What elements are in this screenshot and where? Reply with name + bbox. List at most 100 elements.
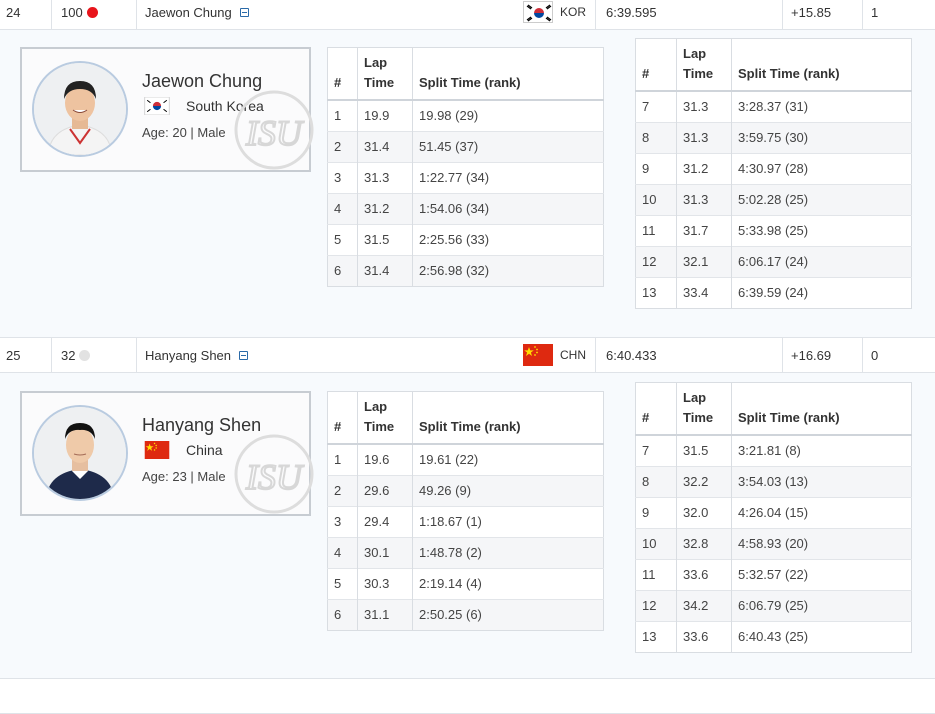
athlete-profile-card: Jaewon Chung South Korea Age: 20 | Male … — [20, 47, 314, 172]
profile-age-gender: Age: 20 | Male — [142, 125, 226, 140]
lap-time: 31.1 — [357, 598, 413, 630]
col-header-split-time: Split Time (rank) — [731, 382, 912, 436]
lap-row: 8 31.3 3:59.75 (30) — [635, 121, 912, 153]
lap-number: 2 — [327, 474, 358, 506]
lap-splits-table: # Lap Time Split Time (rank) 7 31.5 3:21.81… — [635, 382, 912, 653]
points-cell: 1 — [871, 4, 879, 20]
south-korea-flag-icon — [523, 1, 553, 23]
svg-text:ISU: ISU — [245, 457, 304, 497]
bib-cell: 32 — [52, 338, 137, 372]
lap-number: 10 — [635, 183, 677, 215]
lap-time: 30.1 — [357, 536, 413, 568]
split-time: 4:58.93 (20) — [731, 527, 912, 559]
lap-row: 12 34.2 6:06.79 (25) — [635, 589, 912, 621]
split-time: 5:02.28 (25) — [731, 183, 912, 215]
split-time: 1:22.77 (34) — [412, 161, 604, 193]
lap-number: 8 — [635, 465, 677, 497]
lap-row: 11 33.6 5:32.57 (22) — [635, 558, 912, 590]
lap-number: 5 — [327, 567, 358, 599]
collapse-icon[interactable] — [239, 7, 249, 17]
lap-row: 5 31.5 2:25.56 (33) — [327, 223, 604, 255]
split-time: 19.61 (22) — [412, 443, 604, 475]
lap-number: 6 — [327, 254, 358, 286]
lap-number: 3 — [327, 161, 358, 193]
col-header-split-time: Split Time (rank) — [412, 391, 604, 445]
lap-time: 33.6 — [676, 558, 732, 590]
lap-splits-table: # Lap Time Split Time (rank) 7 31.3 3:28.37… — [635, 38, 912, 309]
lap-number: 11 — [635, 558, 677, 590]
lap-number: 5 — [327, 223, 358, 255]
china-flag-icon — [144, 441, 170, 459]
time-behind-cell: +15.85 — [783, 0, 863, 29]
lap-number: 6 — [327, 598, 358, 630]
lap-number: 8 — [635, 121, 677, 153]
split-time: 5:32.57 (22) — [731, 558, 912, 590]
lap-number: 10 — [635, 527, 677, 559]
rank-cell: 24 — [0, 0, 52, 29]
result-row[interactable]: 25 32 Hanyang Shen CHN 6:40.433 +16.69 0 — [0, 337, 935, 373]
lap-row: 9 32.0 4:26.04 (15) — [635, 496, 912, 528]
lap-time: 29.6 — [357, 474, 413, 506]
lap-time: 32.1 — [676, 245, 732, 277]
athlete-name[interactable]: Jaewon Chung — [145, 5, 232, 20]
result-row[interactable] — [0, 678, 935, 714]
col-header-lap-time: Lap Time — [357, 47, 413, 101]
lap-time: 31.5 — [357, 223, 413, 255]
lap-row: 7 31.5 3:21.81 (8) — [635, 434, 912, 466]
lap-number: 1 — [327, 99, 358, 131]
lap-row: 13 33.4 6:39.59 (24) — [635, 276, 912, 308]
lap-row: 8 32.2 3:54.03 (13) — [635, 465, 912, 497]
lap-time: 30.3 — [357, 567, 413, 599]
col-header-num: # — [327, 47, 358, 101]
south-korea-flag-icon — [144, 96, 170, 116]
lap-number: 11 — [635, 214, 677, 246]
bib-cell: 100 — [52, 0, 137, 29]
isu-logo: ISU — [234, 434, 314, 514]
lap-time: 31.3 — [676, 90, 732, 122]
country-cell: KOR — [523, 0, 586, 29]
china-flag-icon — [523, 344, 553, 366]
lap-number: 7 — [635, 434, 677, 466]
split-time: 2:25.56 (33) — [412, 223, 604, 255]
lap-time: 31.4 — [357, 254, 413, 286]
lap-time: 32.0 — [676, 496, 732, 528]
lap-splits-table: # Lap Time Split Time (rank) 1 19.9 19.98 (… — [327, 47, 604, 287]
col-header-lap-time: Lap Time — [357, 391, 413, 445]
lap-row: 6 31.4 2:56.98 (32) — [327, 254, 604, 286]
lap-number: 7 — [635, 90, 677, 122]
lap-row: 1 19.6 19.61 (22) — [327, 443, 604, 475]
country-cell: CHN — [523, 338, 586, 372]
time-behind-cell: +16.69 — [783, 338, 863, 372]
lap-number: 1 — [327, 443, 358, 475]
col-header-split-time: Split Time (rank) — [412, 47, 604, 101]
lap-number: 12 — [635, 589, 677, 621]
lap-row: 13 33.6 6:40.43 (25) — [635, 620, 912, 652]
lap-time: 33.4 — [676, 276, 732, 308]
svg-text:ISU: ISU — [245, 113, 304, 153]
athlete-photo — [32, 405, 128, 501]
profile-age-gender: Age: 23 | Male — [142, 469, 226, 484]
country-code: CHN — [560, 348, 586, 362]
collapse-icon[interactable] — [239, 350, 249, 360]
helmet-color-dot — [79, 349, 91, 361]
athlete-name[interactable]: Hanyang Shen — [145, 348, 231, 363]
lap-time: 31.5 — [676, 434, 732, 466]
lap-time: 31.3 — [676, 121, 732, 153]
lap-row: 5 30.3 2:19.14 (4) — [327, 567, 604, 599]
isu-logo: ISU — [234, 90, 314, 170]
result-row[interactable]: 24 100 Jaewon Chung KOR 6:39.595 +15.85 … — [0, 0, 935, 30]
split-time: 6:40.43 (25) — [731, 620, 912, 652]
lap-time: 31.7 — [676, 214, 732, 246]
col-header-lap-time: Lap Time — [676, 382, 732, 436]
lap-row: 12 32.1 6:06.17 (24) — [635, 245, 912, 277]
lap-row: 1 19.9 19.98 (29) — [327, 99, 604, 131]
athlete-photo — [32, 61, 128, 157]
lap-time: 33.6 — [676, 620, 732, 652]
lap-time: 32.2 — [676, 465, 732, 497]
col-header-num: # — [327, 391, 358, 445]
lap-splits-table: # Lap Time Split Time (rank) 1 19.6 19.61 (… — [327, 391, 604, 631]
lap-number: 4 — [327, 192, 358, 224]
points-cell: 0 — [871, 347, 879, 363]
split-time: 3:54.03 (13) — [731, 465, 912, 497]
lap-time: 19.6 — [357, 443, 413, 475]
